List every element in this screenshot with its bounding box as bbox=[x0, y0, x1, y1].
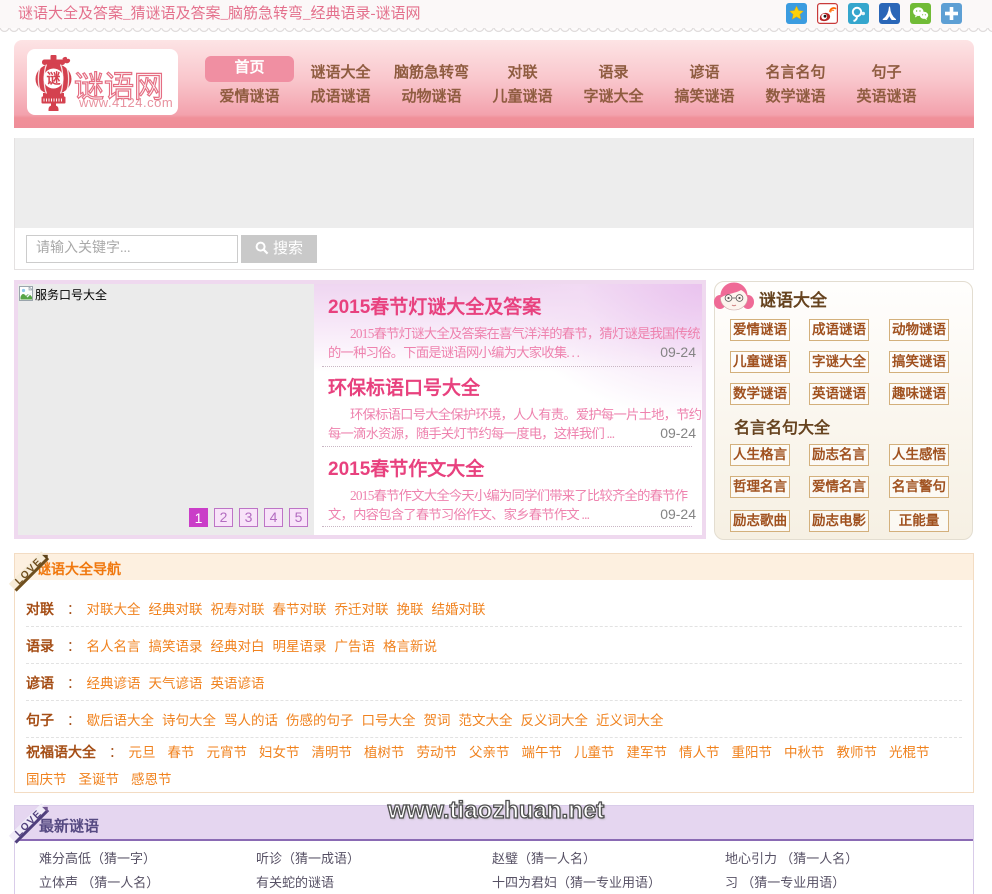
svg-text:谜: 谜 bbox=[47, 71, 62, 87]
